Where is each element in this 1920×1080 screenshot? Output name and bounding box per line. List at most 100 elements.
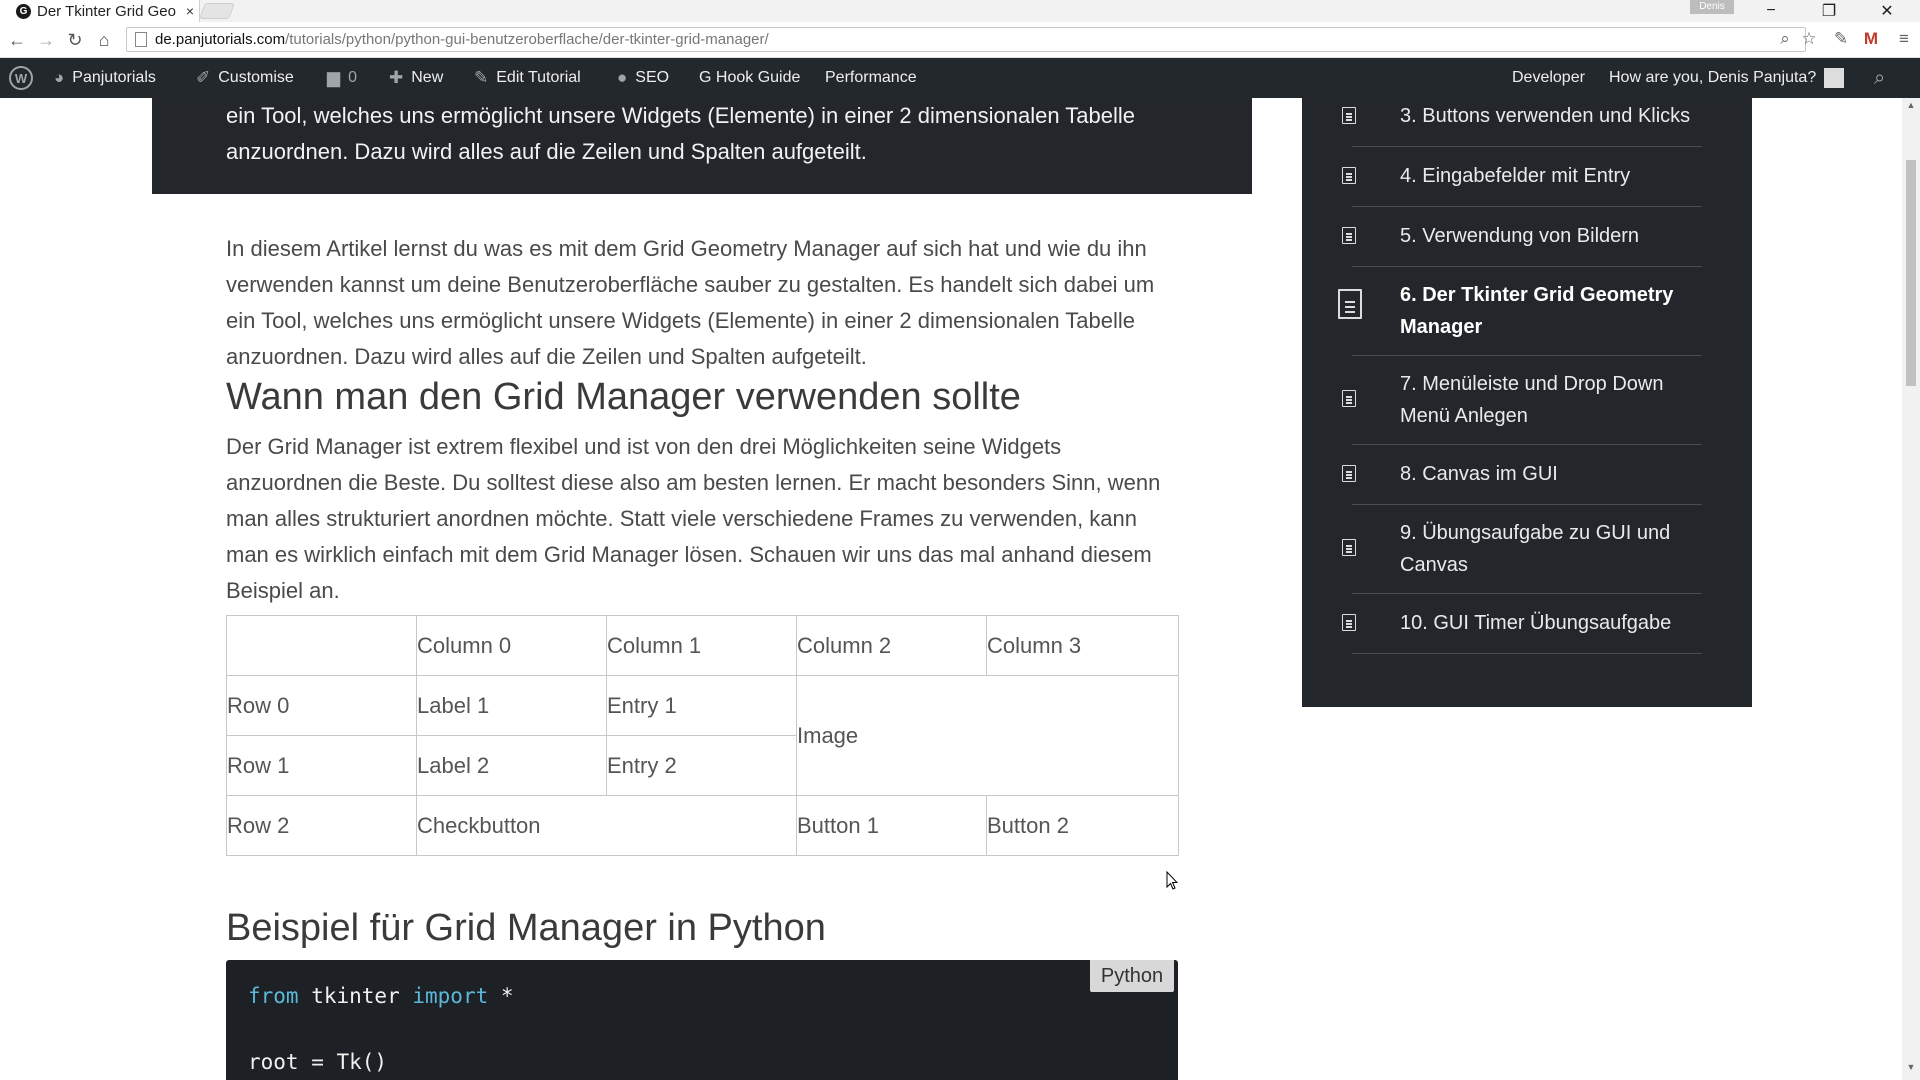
table-cell — [226, 615, 417, 676]
sidebar-item-buttons[interactable]: 3. Buttons verwenden und Klicks — [1342, 98, 1702, 147]
sidebar-item-grid-manager[interactable]: 6. Der Tkinter Grid Geometry Manager — [1338, 267, 1702, 356]
scrollbar-thumb[interactable] — [1906, 160, 1916, 386]
scroll-down-icon[interactable]: ▼ — [1902, 1062, 1920, 1076]
pencil-icon: ✎ — [474, 68, 489, 87]
gmail-extension-icon[interactable]: M — [1860, 28, 1882, 50]
sidebar-item-menubar[interactable]: 7. Menüleiste und Drop Down Menü Anlegen — [1342, 356, 1702, 445]
page-scrollbar[interactable]: ▲ ▼ — [1902, 98, 1920, 1080]
avatar — [1824, 68, 1845, 88]
sidebar-item-images[interactable]: 5. Verwendung von Bildern — [1342, 207, 1702, 267]
table-header-cell: Column 1 — [606, 615, 797, 676]
zoom-icon[interactable]: ⌕ — [1774, 28, 1796, 50]
url-field[interactable]: de.panjutorials.com /tutorials/python/py… — [126, 27, 1806, 52]
sidebar-item-exercise[interactable]: 9. Übungsaufgabe zu GUI und Canvas — [1342, 505, 1702, 594]
table-row: Row 0 Label 1 Entry 1 Image — [226, 675, 1179, 796]
browser-menu-icon[interactable]: ≡ — [1893, 28, 1915, 50]
plus-icon: ✚ — [389, 68, 404, 87]
account-menu[interactable]: How are you, Denis Panjuta? — [1609, 58, 1845, 98]
url-domain: de.panjutorials.com — [155, 31, 286, 48]
tutorial-sidebar: 3. Buttons verwenden und Klicks 4. Einga… — [1302, 98, 1752, 707]
table-cell: Row 0 — [226, 675, 417, 736]
page-content: ein Tool, welches uns ermöglicht unsere … — [0, 98, 1920, 1080]
page-info-icon[interactable] — [135, 32, 147, 47]
code-keyword: import — [412, 984, 489, 1008]
edit-tutorial-label: Edit Tutorial — [496, 69, 581, 86]
extension-tool-icon[interactable]: ✎ — [1830, 28, 1852, 50]
sidebar-item-label: 6. Der Tkinter Grid Geometry Manager — [1400, 284, 1674, 338]
dashboard-icon: ◕ — [54, 68, 65, 87]
table-cell: Checkbutton — [416, 795, 797, 856]
code-content[interactable]: from tkinter import * root = Tk() — [248, 980, 514, 1079]
document-icon — [1342, 227, 1356, 244]
code-block[interactable]: Python from tkinter import * root = Tk() — [226, 960, 1178, 1080]
grid-manager-paragraph: Der Grid Manager ist extrem flexibel und… — [226, 434, 1161, 603]
customise-link[interactable]: ✐ Customise — [196, 58, 294, 98]
minimize-icon[interactable]: − — [1748, 0, 1794, 22]
browser-tab-strip: G Der Tkinter Grid Geo × Denis − ❐ ✕ — [0, 0, 1920, 22]
sidebar-item-label: 3. Buttons verwenden und Klicks — [1400, 105, 1691, 127]
table-header-cell: Column 0 — [416, 615, 607, 676]
intro-paragraph: In diesem Artikel lernst du was es mit d… — [226, 236, 1155, 369]
sidebar-item-entry[interactable]: 4. Eingabefelder mit Entry — [1342, 147, 1702, 207]
reload-icon[interactable]: ↻ — [63, 28, 87, 52]
new-content-link[interactable]: ✚ New — [389, 58, 443, 98]
wordpress-logo-icon[interactable]: W — [9, 58, 33, 98]
document-icon — [1342, 390, 1356, 407]
new-tab-button[interactable] — [199, 3, 235, 19]
admin-site-link[interactable]: ◕ Panjutorials — [54, 58, 156, 98]
hook-guide-link[interactable]: G Hook Guide — [699, 58, 800, 98]
window-close-icon[interactable]: ✕ — [1864, 0, 1910, 22]
sidebar-item-label: 7. Menüleiste und Drop Down Menü Anlegen — [1400, 373, 1664, 427]
document-icon — [1342, 465, 1356, 482]
table-cell: Label 1 — [416, 675, 607, 736]
document-icon — [1342, 539, 1356, 556]
restore-icon[interactable]: ❐ — [1806, 0, 1852, 22]
scroll-up-icon[interactable]: ▲ — [1902, 100, 1920, 114]
document-icon — [1342, 167, 1356, 184]
greeting-text: How are you, Denis Panjuta? — [1609, 69, 1817, 86]
sidebar-item-label: 4. Eingabefelder mit Entry — [1400, 165, 1631, 187]
search-icon[interactable]: ⌕ — [1874, 58, 1885, 98]
hero-text: ein Tool, welches uns ermöglicht unsere … — [226, 103, 1136, 164]
table-cell: Row 2 — [226, 795, 417, 856]
table-cell: Row 1 — [226, 735, 417, 796]
mouse-cursor-icon — [1166, 871, 1178, 890]
sidebar-item-label: 10. GUI Timer Übungsaufgabe — [1400, 612, 1672, 634]
document-icon — [1342, 614, 1356, 631]
article-body: In diesem Artikel lernst du was es mit d… — [226, 231, 1181, 950]
back-arrow-icon[interactable]: ← — [5, 28, 29, 52]
table-cell: Label 2 — [416, 735, 607, 796]
customise-label: Customise — [218, 69, 294, 86]
browser-tab[interactable]: G Der Tkinter Grid Geo × — [0, 0, 200, 22]
sidebar-item-canvas[interactable]: 8. Canvas im GUI — [1342, 445, 1702, 505]
profile-badge[interactable]: Denis — [1690, 0, 1734, 14]
sidebar-item-label: 5. Verwendung von Bildern — [1400, 225, 1640, 247]
new-label: New — [411, 69, 444, 86]
sidebar-item-label: 8. Canvas im GUI — [1400, 463, 1558, 485]
table-cell-image: Image — [796, 675, 1179, 796]
developer-link[interactable]: Developer — [1512, 58, 1585, 98]
brush-icon: ✐ — [196, 68, 211, 87]
article-hero: ein Tool, welches uns ermöglicht unsere … — [152, 98, 1252, 194]
seo-link[interactable]: ● SEO — [617, 58, 669, 98]
bookmark-star-icon[interactable]: ☆ — [1798, 28, 1820, 50]
section-heading-when: Wann man den Grid Manager verwenden soll… — [226, 376, 1021, 418]
address-toolbar: ← → ↻ ⌂ de.panjutorials.com /tutorials/p… — [0, 22, 1920, 58]
comments-count: 0 — [348, 69, 357, 86]
table-header-cell: Column 3 — [986, 615, 1179, 676]
home-icon[interactable]: ⌂ — [92, 28, 116, 52]
comments-link[interactable]: ▆ 0 — [327, 58, 357, 98]
table-cell: Entry 2 — [606, 735, 797, 796]
seo-status-dot-icon: ● — [617, 68, 628, 87]
performance-link[interactable]: Performance — [825, 58, 917, 98]
sidebar-item-timer[interactable]: 10. GUI Timer Übungsaufgabe — [1342, 594, 1702, 654]
code-language-badge: Python — [1090, 960, 1174, 992]
edit-tutorial-link[interactable]: ✎ Edit Tutorial — [474, 58, 581, 98]
code-line: root = Tk() — [248, 1050, 388, 1074]
table-header-row: Column 0 Column 1 Column 2 Column 3 — [226, 615, 1179, 676]
forward-arrow-icon[interactable]: → — [34, 28, 58, 52]
comment-bubble-icon: ▆ — [327, 68, 341, 87]
tab-close-icon[interactable]: × — [181, 3, 199, 19]
table-header-cell: Column 2 — [796, 615, 987, 676]
code-text: * — [488, 984, 514, 1008]
